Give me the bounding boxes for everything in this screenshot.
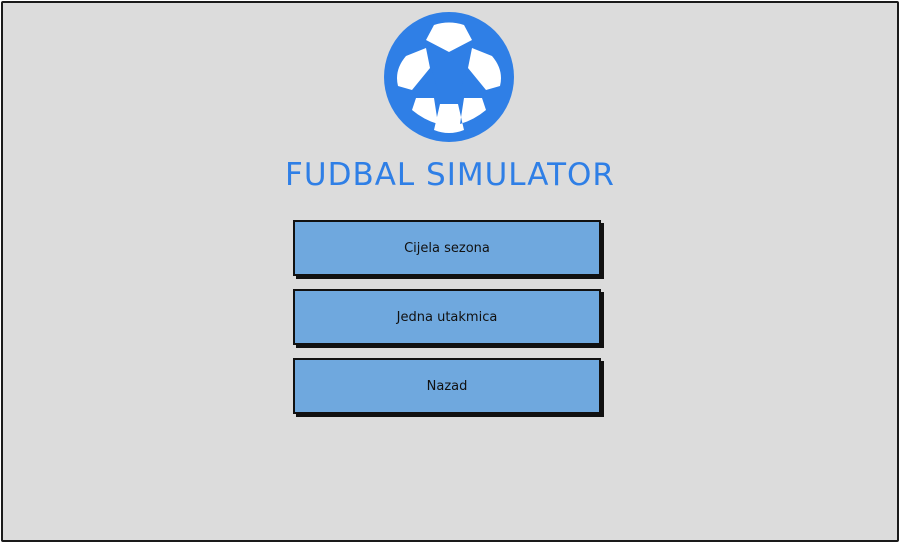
- season-button-label: Cijela sezona: [404, 240, 490, 256]
- soccer-ball-icon: [384, 12, 514, 142]
- single-match-button[interactable]: Jedna utakmica: [293, 289, 601, 345]
- single-match-button-label: Jedna utakmica: [396, 309, 498, 325]
- back-button-label: Nazad: [426, 378, 468, 394]
- main-window: FUDBAL SIMULATOR Cijela sezona Jedna uta…: [1, 1, 899, 542]
- back-button[interactable]: Nazad: [293, 358, 601, 414]
- season-button[interactable]: Cijela sezona: [293, 220, 601, 276]
- app-title: FUDBAL SIMULATOR: [285, 157, 615, 193]
